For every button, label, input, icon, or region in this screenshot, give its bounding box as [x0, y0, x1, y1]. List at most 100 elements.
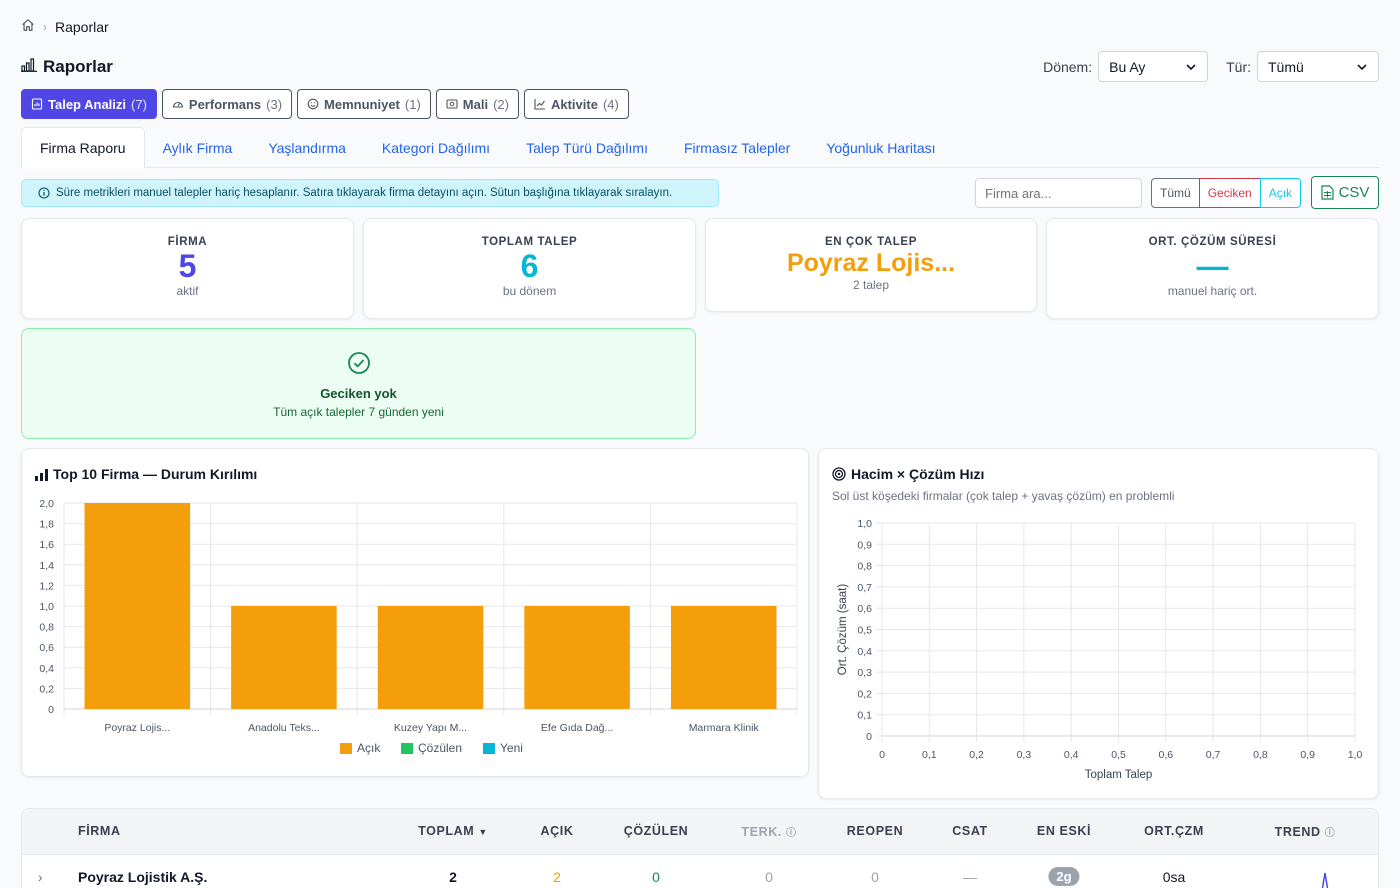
tab-kategori-dagilimi[interactable]: Kategori Dağılımı	[364, 127, 508, 168]
y-tick-label: 0,2	[39, 683, 54, 695]
spreadsheet-icon	[1320, 185, 1334, 200]
bar	[670, 606, 777, 709]
x-tick-label: 0,7	[1206, 749, 1221, 761]
breadcrumb: › Raporlar	[21, 18, 109, 35]
stat-value: 6	[520, 248, 539, 284]
y-tick-label: 1,6	[39, 539, 54, 551]
stat-card-firma: FİRMA 5 aktif	[21, 218, 354, 319]
report-icon	[31, 98, 43, 110]
x-tick-label: Anadolu Teks...	[248, 722, 320, 734]
x-tick-label: 0,3	[1017, 749, 1032, 761]
bar	[231, 606, 337, 709]
stat-value: Poyraz Lojis...	[786, 249, 956, 277]
speedometer-icon	[172, 101, 183, 108]
tab-yaslandirma[interactable]: Yaşlandırma	[250, 127, 364, 168]
sort-desc-icon: ▼	[478, 827, 488, 837]
tab-firmasiz-talepler[interactable]: Firmasız Talepler	[666, 127, 808, 168]
chart-subtitle: Sol üst köşedeki firmalar (çok talep + y…	[832, 489, 1175, 503]
y-tick-label: 0,2	[857, 688, 872, 700]
y-tick-label: 0,9	[857, 539, 872, 551]
x-tick-label: 0,5	[1111, 749, 1126, 761]
y-tick-label: 0,8	[857, 561, 872, 573]
no-overdue-panel: Geciken yok Tüm açık talepler 7 günden y…	[21, 328, 696, 439]
y-tick-label: 0	[48, 704, 54, 716]
y-tick-label: 1,4	[39, 560, 54, 572]
chevron-down-icon	[1186, 63, 1196, 70]
tab-memnuniyet[interactable]: Memnuniyet (1)	[297, 89, 431, 119]
col-ort-czm[interactable]: ORT.ÇZM	[1144, 824, 1204, 838]
period-select[interactable]: Bu Ay	[1098, 51, 1209, 82]
tab-performans[interactable]: Performans (3)	[161, 89, 293, 119]
x-tick-label: Poyraz Lojis...	[104, 722, 170, 734]
stat-sub: bu dönem	[502, 284, 557, 298]
expand-chevron-icon[interactable]: ›	[38, 869, 43, 885]
target-icon	[832, 467, 846, 481]
smiley-icon	[307, 98, 319, 110]
trend-icon	[534, 99, 545, 110]
x-tick-label: 0	[879, 749, 885, 761]
type-label: Tür:	[1226, 58, 1251, 75]
info-icon	[38, 187, 50, 199]
x-tick-label: 0,2	[969, 749, 984, 761]
col-terk[interactable]: TERK. ⓘ	[741, 824, 796, 839]
x-tick-label: Kuzey Yapı M...	[394, 722, 467, 734]
y-tick-label: 1,8	[39, 519, 54, 531]
filter-open-button[interactable]: Açık	[1259, 178, 1302, 208]
col-csat[interactable]: CSAT	[952, 824, 988, 838]
tab-talep-turu-dagilimi[interactable]: Talep Türü Dağılımı	[508, 127, 666, 168]
csv-export-button[interactable]: CSV	[1311, 176, 1379, 209]
period-label: Dönem:	[1043, 58, 1093, 75]
chevron-down-icon	[1357, 63, 1367, 70]
y-tick-label: 0,8	[39, 622, 54, 634]
filter-late-button[interactable]: Geciken	[1198, 178, 1261, 208]
tab-aylik-firma[interactable]: Aylık Firma	[145, 127, 251, 168]
cell-toplam: 2	[449, 869, 457, 885]
stat-card-toplam-talep: TOPLAM TALEP 6 bu dönem	[363, 218, 696, 319]
type-select[interactable]: Tümü	[1257, 51, 1379, 82]
col-firma[interactable]: FİRMA	[78, 824, 121, 838]
stat-card-en-cok-talep: EN ÇOK TALEP Poyraz Lojis... 2 talep	[705, 218, 1037, 312]
money-icon	[446, 99, 458, 109]
y-tick-label: 0,7	[857, 582, 872, 594]
tab-mali[interactable]: Mali (2)	[435, 89, 519, 119]
firma-search-input[interactable]	[975, 178, 1142, 208]
breadcrumb-current: Raporlar	[55, 18, 109, 35]
no-overdue-sub: Tüm açık talepler 7 günden yeni	[273, 405, 444, 419]
top10-bar-chart: 0 0,2 0,4 0,6 0,8 1,0 1,2 1,4 1,6 1,8 2,0 Poyraz Lo…	[39, 498, 798, 755]
tab-yogunluk-haritasi[interactable]: Yoğunluk Haritası	[808, 127, 953, 168]
col-trend[interactable]: TREND ⓘ	[1275, 824, 1336, 839]
x-tick-label: 1,0	[1348, 749, 1363, 761]
legend-swatch	[401, 743, 413, 754]
filters: Dönem: Bu Ay Tür: Tümü	[1043, 51, 1379, 82]
stat-label: TOPLAM TALEP	[481, 236, 578, 248]
info-banner: Süre metrikleri manuel talepler hariç he…	[21, 179, 719, 207]
col-en-eski[interactable]: EN ESKİ	[1037, 824, 1091, 838]
report-sub-tabs: Firma Raporu Aylık Firma Yaşlandırma Kat…	[21, 127, 1379, 169]
cell-ort-czm: 0sa	[1162, 869, 1186, 885]
stat-sub: aktif	[176, 284, 199, 298]
col-toplam[interactable]: TOPLAM ▼	[418, 824, 488, 838]
home-icon[interactable]	[21, 18, 35, 35]
y-tick-label: 0,5	[857, 625, 872, 637]
x-tick-label: Marmara Klinik	[689, 722, 760, 734]
x-tick-label: 0,4	[1064, 749, 1079, 761]
x-tick-label: Efe Gıda Dağ...	[541, 722, 613, 734]
stat-sub: 2 talep	[852, 278, 890, 292]
bar	[524, 606, 630, 709]
trend-sparkline	[1321, 872, 1329, 888]
table-row[interactable]: › Poyraz Lojistik A.Ş. 2 2 0 0 0 — 2g 0s…	[22, 855, 1378, 888]
bar-chart-icon	[35, 468, 48, 481]
stat-label: EN ÇOK TALEP	[825, 236, 917, 248]
y-tick-label: 0	[866, 731, 872, 743]
y-tick-label: 0,4	[857, 646, 872, 658]
col-acik[interactable]: AÇIK	[541, 824, 574, 838]
tab-talep-analizi[interactable]: Talep Analizi (7)	[21, 89, 157, 119]
tab-aktivite[interactable]: Aktivite (4)	[523, 89, 629, 119]
legend-swatch	[483, 743, 495, 754]
stat-label: FİRMA	[167, 236, 208, 248]
tab-firma-raporu[interactable]: Firma Raporu	[21, 127, 145, 169]
filter-all-button[interactable]: Tümü	[1151, 178, 1200, 208]
col-reopen[interactable]: REOPEN	[847, 824, 903, 838]
col-cozulen[interactable]: ÇÖZÜLEN	[624, 824, 689, 838]
check-circle-icon	[347, 352, 370, 374]
